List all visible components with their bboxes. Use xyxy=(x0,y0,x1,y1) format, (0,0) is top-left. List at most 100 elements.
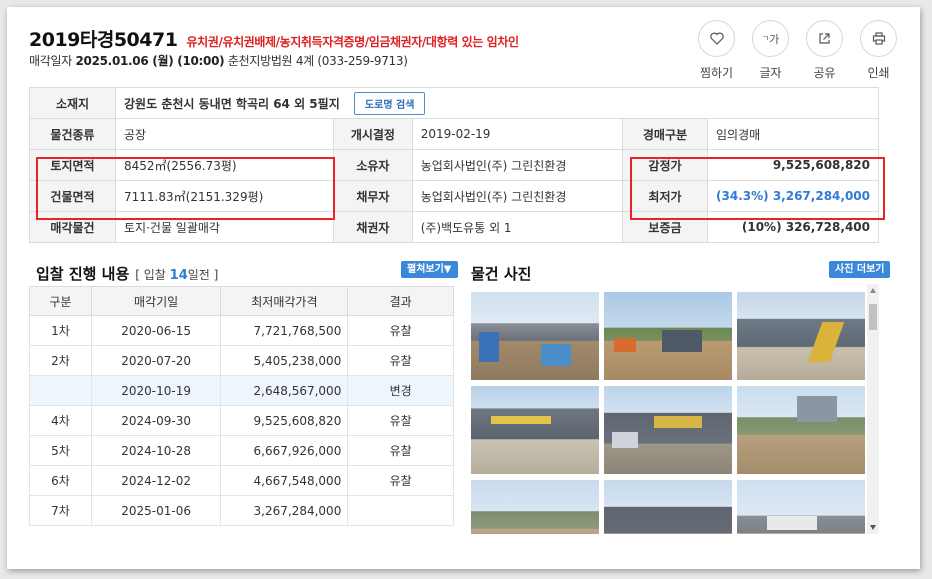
share-icon xyxy=(806,20,843,57)
expand-bids-button[interactable]: 펼쳐보기▼ xyxy=(401,261,458,278)
property-photo[interactable] xyxy=(471,386,599,474)
creditor-value: (주)백도유통 외 1 xyxy=(411,211,623,243)
bid-title-text: 입찰 진행 내용 xyxy=(36,265,130,283)
action-bar: 찜하기 ㄱ가 글자 공유 인쇄 xyxy=(698,20,897,81)
table-row: 4차 2024-09-30 9,525,608,820 유찰 xyxy=(29,405,454,436)
bid-round: 5차 xyxy=(29,435,92,466)
col-price: 최저매각가격 xyxy=(220,286,349,316)
sale-info: 매각일자 2025.01.06 (월) (10:00) 춘천지방법원 4계 (0… xyxy=(29,52,408,69)
bid-round xyxy=(29,375,92,406)
bid-date: 2024-12-02 xyxy=(90,465,222,496)
open-value: 2019-02-19 xyxy=(411,118,623,150)
table-row: 2020-10-19 2,648,567,000 변경 xyxy=(29,375,454,406)
info-row-type: 물건종류 공장 개시결정 2019-02-19 경매구분 임의경매 xyxy=(28,118,879,150)
bid-date: 2024-09-30 xyxy=(90,405,222,436)
bid-price: 7,721,768,500 xyxy=(220,315,349,346)
bid-round: 1차 xyxy=(29,315,92,346)
owner-value: 농업회사법인(주) 그린친환경 xyxy=(411,149,623,181)
bid-date: 2020-10-19 xyxy=(90,375,222,406)
table-row: 6차 2024-12-02 4,667,548,000 유찰 xyxy=(29,465,454,496)
bid-price: 2,648,567,000 xyxy=(220,375,349,406)
days-left-suffix: 일전 ] xyxy=(187,268,219,282)
bookmark-button[interactable]: 찜하기 xyxy=(698,20,735,81)
col-round: 구분 xyxy=(29,286,92,316)
bid-result: 유찰 xyxy=(347,405,454,436)
bid-header-row: 구분 매각기일 최저매각가격 결과 xyxy=(29,286,454,316)
col-result: 결과 xyxy=(347,286,454,316)
table-row: 2차 2020-07-20 5,405,238,000 유찰 xyxy=(29,345,454,376)
type-header: 물건종류 xyxy=(28,118,117,150)
bid-section-title: 입찰 진행 내용 [ 입찰 14일전 ] xyxy=(36,263,218,284)
location-cell: 강원도 춘천시 동내면 학곡리 64 외 5필지 도로명 검색 xyxy=(115,87,879,119)
property-photo[interactable] xyxy=(604,480,732,534)
share-button[interactable]: 공유 xyxy=(806,20,843,81)
case-number: 2019타경50471 xyxy=(29,29,178,51)
property-photo[interactable] xyxy=(737,292,865,380)
sale-date: 2025.01.06 (월) (10:00) xyxy=(75,54,225,68)
property-photo[interactable] xyxy=(604,386,732,474)
bid-round: 7차 xyxy=(29,495,92,526)
photo-section-title: 물건 사진 xyxy=(471,265,532,283)
bid-price: 9,525,608,820 xyxy=(220,405,349,436)
type-value: 공장 xyxy=(115,118,335,150)
table-row: 7차 2025-01-06 3,267,284,000 xyxy=(29,495,454,526)
location-value: 강원도 춘천시 동내면 학곡리 64 외 5필지 xyxy=(124,96,340,111)
property-photo[interactable] xyxy=(737,480,865,534)
bid-date: 2025-01-06 xyxy=(90,495,222,526)
font-size-label: 글자 xyxy=(759,66,782,80)
bid-round: 6차 xyxy=(29,465,92,496)
debtor-value: 농업회사법인(주) 그린친환경 xyxy=(411,180,623,212)
bid-price: 3,267,284,000 xyxy=(220,495,349,526)
open-header: 개시결정 xyxy=(333,118,413,150)
scroll-down-icon[interactable] xyxy=(870,525,876,530)
title-row: 2019타경50471 유치권/유치권배제/농지취득자격증명/임금채권자/대항력… xyxy=(29,25,519,52)
days-left-prefix: [ 입찰 xyxy=(135,268,166,282)
print-icon xyxy=(860,20,897,57)
scrollbar-thumb[interactable] xyxy=(869,304,877,330)
days-left-count: 14 xyxy=(169,268,188,283)
font-size-button[interactable]: ㄱ가 글자 xyxy=(752,20,789,81)
bid-result: 유찰 xyxy=(347,315,454,346)
bid-result: 유찰 xyxy=(347,465,454,496)
price-highlight-box xyxy=(630,157,885,220)
auction-type-value: 임의경매 xyxy=(707,118,879,150)
bid-date: 2024-10-28 xyxy=(90,435,222,466)
warning-tags: 유치권/유치권배제/농지취득자격증명/임금채권자/대항력 있는 임차인 xyxy=(186,35,519,49)
bid-result xyxy=(347,495,454,526)
debtor-header: 채무자 xyxy=(333,180,413,212)
table-row: 5차 2024-10-28 6,667,926,000 유찰 xyxy=(29,435,454,466)
bid-result: 유찰 xyxy=(347,345,454,376)
table-row: 1차 2020-06-15 7,721,768,500 유찰 xyxy=(29,315,454,346)
location-header: 소재지 xyxy=(28,87,117,119)
bid-round: 4차 xyxy=(29,405,92,436)
scroll-up-icon[interactable] xyxy=(870,288,876,293)
court-info: 춘천지방법원 4계 (033-259-9713) xyxy=(227,54,408,68)
share-label: 공유 xyxy=(813,66,836,80)
bid-date: 2020-06-15 xyxy=(90,315,222,346)
sale-label: 매각일자 xyxy=(29,54,72,68)
bid-price: 5,405,238,000 xyxy=(220,345,349,376)
bid-round: 2차 xyxy=(29,345,92,376)
photo-scrollbar[interactable] xyxy=(867,284,879,534)
bid-price: 4,667,548,000 xyxy=(220,465,349,496)
heart-icon xyxy=(698,20,735,57)
col-date: 매각기일 xyxy=(90,286,222,316)
owner-header: 소유자 xyxy=(333,149,413,181)
days-left: [ 입찰 14일전 ] xyxy=(135,268,219,283)
property-photo[interactable] xyxy=(737,386,865,474)
creditor-header: 채권자 xyxy=(333,211,413,243)
font-size-icon: ㄱ가 xyxy=(752,20,789,57)
auction-type-header: 경매구분 xyxy=(621,118,709,150)
bid-history-table: 구분 매각기일 최저매각가격 결과 1차 2020-06-15 7,721,768,… xyxy=(29,286,454,526)
more-photos-button[interactable]: 사진 더보기 xyxy=(829,261,891,278)
bid-price: 6,667,926,000 xyxy=(220,435,349,466)
property-photo[interactable] xyxy=(604,292,732,380)
print-button[interactable]: 인쇄 xyxy=(860,20,897,81)
bid-result: 변경 xyxy=(347,375,454,406)
bid-date: 2020-07-20 xyxy=(90,345,222,376)
area-highlight-box xyxy=(36,157,335,220)
road-name-search-button[interactable]: 도로명 검색 xyxy=(353,91,426,115)
property-photo[interactable] xyxy=(471,292,599,380)
photo-gallery xyxy=(463,284,865,534)
property-photo[interactable] xyxy=(471,480,599,534)
